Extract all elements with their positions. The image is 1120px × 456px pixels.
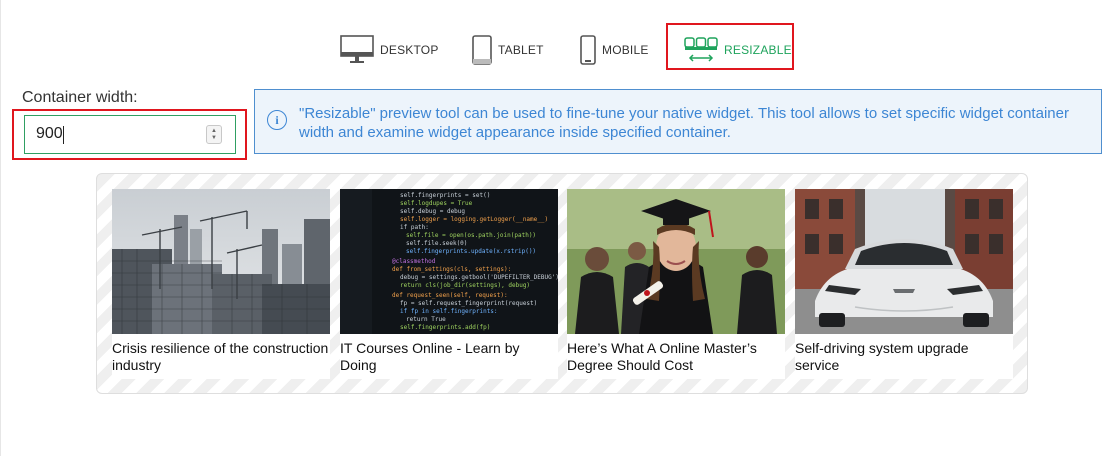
- widget-card[interactable]: Here’s What A Online Master’s Degree Sho…: [567, 189, 785, 379]
- tab-desktop-label: DESKTOP: [380, 43, 439, 57]
- svg-text:self.logdupes = True: self.logdupes = True: [400, 200, 473, 207]
- card-thumbnail-construction[interactable]: [112, 189, 330, 334]
- svg-text:self.logger = logging.getLogge: self.logger = logging.getLogger(__name__…: [400, 216, 548, 223]
- card-thumbnail-car[interactable]: [795, 189, 1013, 334]
- svg-text:def from_settings(cls, setting: def from_settings(cls, settings):: [392, 266, 511, 273]
- svg-text:return cls(job_dir(settings),: return cls(job_dir(settings), debug): [400, 282, 530, 289]
- tab-tablet[interactable]: TABLET: [472, 30, 544, 70]
- card-title[interactable]: IT Courses Online - Learn by Doing: [340, 340, 558, 374]
- resizable-highlight-frame: [666, 23, 794, 70]
- svg-text:self.fingerprints.update(x.rst: self.fingerprints.update(x.rstrip()): [406, 248, 536, 255]
- tab-mobile[interactable]: MOBILE: [580, 30, 649, 70]
- widget-preview-container: Crisis resilience of the construction in…: [96, 173, 1028, 394]
- svg-text:return True: return True: [406, 316, 446, 323]
- svg-text:@classmethod: @classmethod: [392, 258, 436, 265]
- card-title[interactable]: Crisis resilience of the construction in…: [112, 340, 330, 374]
- card-title[interactable]: Self-driving system upgrade service: [795, 340, 1013, 374]
- svg-text:def request_seen(self, request: def request_seen(self, request):: [392, 292, 508, 299]
- card-thumbnail-graduate[interactable]: [567, 189, 785, 334]
- input-highlight-frame: [12, 109, 247, 160]
- widget-card[interactable]: Crisis resilience of the construction in…: [112, 189, 330, 379]
- widget-card[interactable]: self.fingerprints = set() self.logdupes …: [340, 189, 558, 379]
- svg-text:self.fingerprints.add(fp): self.fingerprints.add(fp): [400, 324, 490, 331]
- widget-card[interactable]: Self-driving system upgrade service: [795, 189, 1013, 379]
- tab-tablet-label: TABLET: [498, 43, 544, 57]
- svg-text:self.file.seek(0): self.file.seek(0): [406, 240, 467, 247]
- svg-text:debug = settings.getbool('DUPE: debug = settings.getbool('DUPEFILTER_DEB…: [400, 274, 558, 281]
- svg-text:self.fingerprints = set(): self.fingerprints = set(): [400, 192, 490, 199]
- page-left-edge: [0, 0, 1, 456]
- tab-desktop[interactable]: DESKTOP: [340, 30, 439, 70]
- card-title[interactable]: Here’s What A Online Master’s Degree Sho…: [567, 340, 785, 374]
- card-thumbnail-code[interactable]: self.fingerprints = set() self.logdupes …: [340, 189, 558, 334]
- container-width-label: Container width:: [22, 89, 138, 106]
- svg-text:self.file = open(os.path.join(: self.file = open(os.path.join(path)): [406, 232, 536, 239]
- tablet-icon: [472, 35, 492, 65]
- tab-mobile-label: MOBILE: [602, 43, 649, 57]
- desktop-icon: [340, 35, 374, 65]
- info-text: "Resizable" preview tool can be used to …: [299, 105, 1069, 141]
- svg-text:fp = self.request_fingerprint(: fp = self.request_fingerprint(request): [400, 300, 537, 307]
- mobile-icon: [580, 35, 596, 65]
- svg-text:self.debug = debug: self.debug = debug: [400, 208, 465, 215]
- svg-text:if fp in self.fingerprints:: if fp in self.fingerprints:: [400, 308, 498, 315]
- svg-text:if path:: if path:: [400, 224, 429, 231]
- info-notice: i "Resizable" preview tool can be used t…: [254, 89, 1102, 154]
- info-icon: i: [267, 110, 287, 130]
